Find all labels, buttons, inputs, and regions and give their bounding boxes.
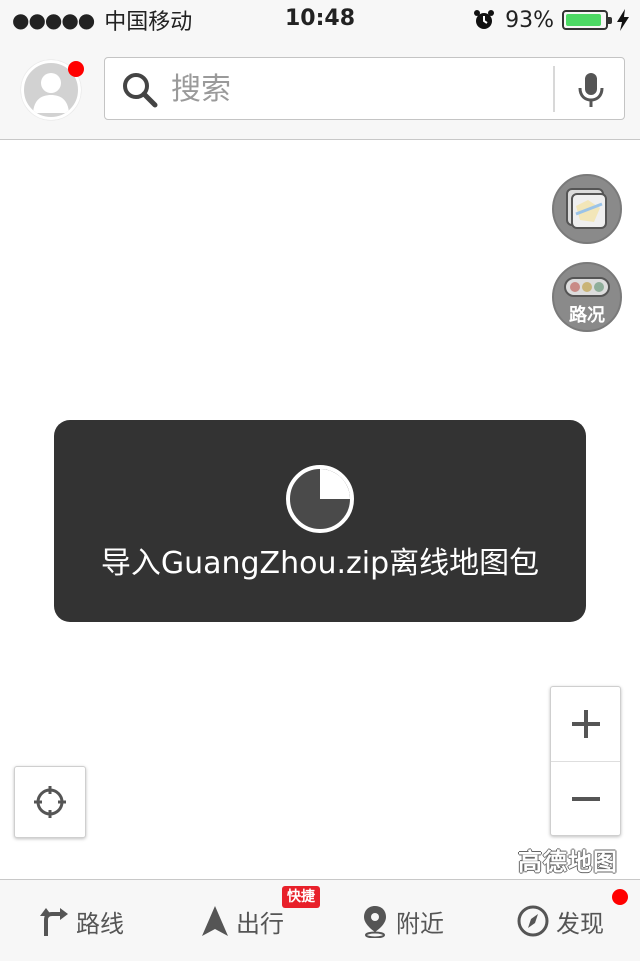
notification-dot <box>68 61 84 77</box>
tab-discover[interactable]: 发现 <box>480 880 640 961</box>
minus-icon <box>572 797 600 801</box>
progress-pie-icon <box>286 465 354 533</box>
traffic-label: 路况 <box>569 305 605 326</box>
tab-discover-label: 发现 <box>556 910 604 938</box>
zoom-in-button[interactable] <box>551 687 620 761</box>
search-input[interactable] <box>169 66 553 113</box>
location-pin-icon <box>364 906 386 938</box>
search-icon <box>123 73 158 108</box>
top-header <box>0 40 640 140</box>
tab-route[interactable]: 路线 <box>0 880 160 961</box>
traffic-button[interactable]: 路况 <box>552 262 622 332</box>
status-bar: ●●●●● 中国移动 10:48 93% <box>0 0 640 40</box>
map-layers-icon <box>566 188 607 229</box>
map-layers-button[interactable] <box>552 174 622 244</box>
zoom-out-button[interactable] <box>551 762 620 835</box>
tab-route-label: 路线 <box>76 910 124 938</box>
progress-wedge <box>320 469 350 499</box>
tab-nearby[interactable]: 附近 <box>320 880 480 961</box>
battery-nub <box>608 17 612 24</box>
locate-crosshair-icon <box>34 786 66 818</box>
status-bar-right: 93% <box>473 6 630 34</box>
amap-logo: 高德地图 <box>518 848 618 876</box>
plus-icon <box>572 710 600 738</box>
import-progress-toast: 导入GuangZhou.zip离线地图包 <box>54 420 586 622</box>
charging-bolt-icon <box>617 9 629 31</box>
compass-icon <box>517 905 549 937</box>
tab-travel-label: 出行 <box>236 910 284 938</box>
battery-percent: 93% <box>505 7 554 33</box>
search-bar[interactable] <box>104 57 625 120</box>
locate-button[interactable] <box>14 766 86 838</box>
microphone-icon[interactable] <box>575 72 607 108</box>
navigation-arrow-icon <box>202 906 228 936</box>
bottom-tab-bar: 路线 出行 快捷 附近 发现 <box>0 879 640 961</box>
quick-badge: 快捷 <box>282 886 320 908</box>
search-divider <box>553 66 555 112</box>
toast-message: 导入GuangZhou.zip离线地图包 <box>100 546 540 581</box>
battery-icon <box>562 10 612 30</box>
route-icon <box>40 908 68 936</box>
battery-fill <box>566 14 602 26</box>
notification-dot <box>612 889 628 905</box>
zoom-control <box>550 686 621 836</box>
tab-travel[interactable]: 出行 快捷 <box>160 880 320 961</box>
alarm-icon <box>474 10 495 29</box>
tab-nearby-label: 附近 <box>396 910 444 938</box>
